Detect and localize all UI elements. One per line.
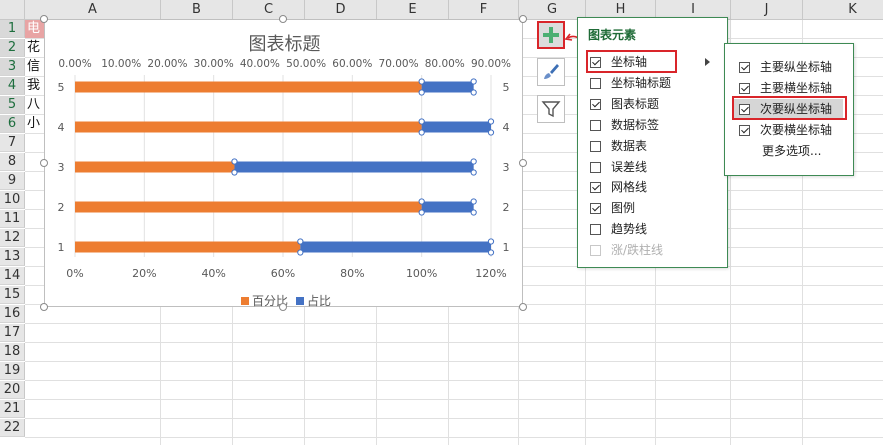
axis-option[interactable]: 主要横坐标轴 [739,78,832,98]
popup-title: 图表元素 [588,28,637,42]
option-label: 涨/跌柱线 [611,243,664,258]
option-label: 网格线 [611,180,648,195]
option-label: 主要横坐标轴 [760,81,833,95]
option-label: 趋势线 [611,222,648,237]
secondary-vertical-highlight [732,96,847,120]
checkbox[interactable] [590,140,601,152]
checkbox[interactable] [590,77,601,89]
checkbox[interactable] [739,83,750,94]
checkbox[interactable] [590,119,601,131]
submenu-arrow-icon [705,58,710,66]
checkbox[interactable] [590,203,601,215]
checkbox[interactable] [739,125,750,136]
option-label: 坐标轴标题 [611,75,672,90]
option-label: 主要纵坐标轴 [760,60,833,74]
checkbox[interactable] [590,98,601,110]
chart-element-option[interactable]: 坐标轴标题 [590,73,671,93]
option-label: 误差线 [611,159,648,174]
checkbox[interactable] [739,62,750,73]
chart-element-option[interactable]: 图例 [590,198,635,218]
axis-option[interactable]: 主要纵坐标轴 [739,57,832,77]
checkbox [590,245,601,257]
option-label: 图表标题 [611,96,660,111]
chart-element-option[interactable]: 数据标签 [590,115,659,135]
option-label: 图例 [611,201,636,216]
axis-highlight [586,50,677,73]
option-label: 数据标签 [611,117,660,132]
axis-option[interactable]: 次要横坐标轴 [739,120,832,140]
chart-element-option[interactable]: 趋势线 [590,219,647,239]
checkbox[interactable] [590,224,601,236]
chart-element-option[interactable]: 数据表 [590,136,647,156]
chart-element-option: 涨/跌柱线 [590,240,663,260]
checkbox[interactable] [590,182,601,194]
option-label: 数据表 [611,138,648,153]
checkbox[interactable] [590,161,601,173]
option-label: 次要横坐标轴 [760,123,833,137]
more-options-link[interactable]: 更多选项... [762,141,821,161]
chart-element-option[interactable]: 图表标题 [590,94,659,114]
chart-element-option[interactable]: 网格线 [590,177,647,197]
chart-element-option[interactable]: 误差线 [590,157,647,177]
